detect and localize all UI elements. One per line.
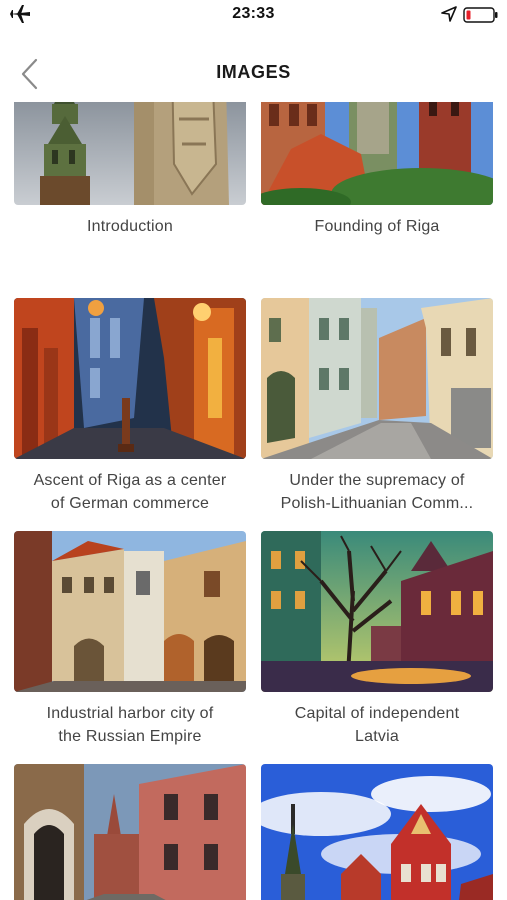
image-card-capital-of-latvia[interactable]: Capital of independent Latvia <box>261 531 493 748</box>
location-arrow-icon <box>441 6 457 22</box>
nav-bar: IMAGES <box>0 46 507 102</box>
card-image <box>261 102 493 205</box>
image-card-7[interactable] <box>14 764 246 900</box>
card-title-line: Ascent of Riga as a center <box>33 472 227 489</box>
image-card-ascent-of-riga[interactable]: Ascent of Riga as a center of German com… <box>14 298 246 515</box>
image-card-polish-lithuanian[interactable]: Under the supremacy of Polish-Lithuanian… <box>261 298 493 515</box>
card-title-line: Industrial harbor city of <box>46 705 214 722</box>
status-time: 23:33 <box>232 5 275 22</box>
image-card-introduction[interactable]: Introduction <box>14 102 246 238</box>
card-title: Under the supremacy of Polish-Lithuanian… <box>261 469 493 515</box>
status-bar: 23:33 <box>0 0 507 30</box>
card-title-line: Polish-Lithuanian Comm... <box>280 495 474 512</box>
card-title-line: Latvia <box>355 728 399 745</box>
card-title-line: Under the supremacy of <box>289 472 465 489</box>
card-title-line: Introduction <box>86 218 173 235</box>
card-image <box>14 764 246 900</box>
image-grid[interactable]: Introduction Founding of Riga Ascent of … <box>0 102 507 900</box>
card-image <box>14 298 246 459</box>
card-title-line: Founding of Riga <box>314 218 440 235</box>
card-title: Industrial harbor city of the Russian Em… <box>14 702 246 748</box>
card-title: Founding of Riga <box>261 215 493 238</box>
image-card-founding-of-riga[interactable]: Founding of Riga <box>261 102 493 238</box>
card-title-line: the Russian Empire <box>58 728 202 745</box>
card-title-line: of German commerce <box>50 495 210 512</box>
card-image <box>261 764 493 900</box>
image-card-industrial-harbor[interactable]: Industrial harbor city of the Russian Em… <box>14 531 246 748</box>
card-title-line: Capital of independent <box>294 705 460 722</box>
page-title: IMAGES <box>216 62 291 82</box>
battery-low-icon <box>463 7 498 23</box>
card-title: Capital of independent Latvia <box>261 702 493 748</box>
card-image <box>261 298 493 459</box>
card-image <box>14 531 246 692</box>
card-title: Ascent of Riga as a center of German com… <box>14 469 246 515</box>
image-card-8[interactable] <box>261 764 493 900</box>
card-image <box>261 531 493 692</box>
card-image <box>14 102 246 205</box>
card-title: Introduction <box>14 215 246 238</box>
